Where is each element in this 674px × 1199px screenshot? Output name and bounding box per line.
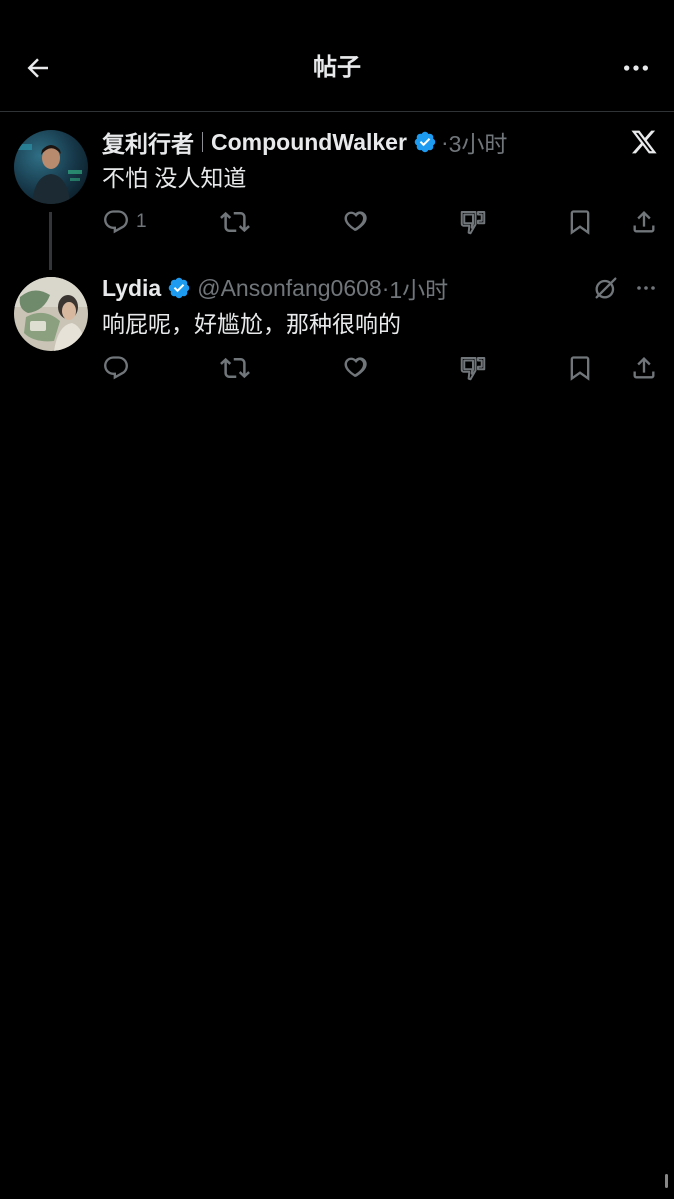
avatar[interactable] xyxy=(14,277,88,351)
reply-button[interactable] xyxy=(102,353,136,383)
repost-button[interactable] xyxy=(220,353,250,383)
reply-more-button[interactable] xyxy=(630,272,662,304)
reply-icon xyxy=(104,356,128,380)
scrollbar-thumb[interactable] xyxy=(665,1174,668,1188)
share-button[interactable] xyxy=(630,353,658,383)
bookmark-icon xyxy=(570,356,590,381)
display-name[interactable]: Lydia xyxy=(102,275,161,302)
like-button[interactable] xyxy=(340,353,370,383)
post-header: Lydia @Ansonfang0608 · 1小时 xyxy=(102,272,448,304)
heart-icon xyxy=(344,357,367,378)
dislike-icon xyxy=(460,357,486,381)
handle[interactable]: @Ansonfang0608 xyxy=(197,275,382,302)
reply-post[interactable]: Lydia @Ansonfang0608 · 1小时 响屁呢，好尴尬，那种很响的 xyxy=(0,0,674,400)
grok-button[interactable] xyxy=(590,272,622,304)
post-time[interactable]: 1小时 xyxy=(389,271,448,305)
dislike-button[interactable] xyxy=(458,353,488,383)
post-text: 响屁呢，好尴尬，那种很响的 xyxy=(102,311,401,337)
bookmark-button[interactable] xyxy=(566,353,594,383)
share-icon xyxy=(633,357,655,379)
dot-separator: · xyxy=(381,274,390,301)
grok-icon xyxy=(595,277,617,299)
more-horizontal-icon xyxy=(637,286,655,290)
verified-badge-icon xyxy=(167,276,191,300)
repost-icon xyxy=(220,357,250,379)
